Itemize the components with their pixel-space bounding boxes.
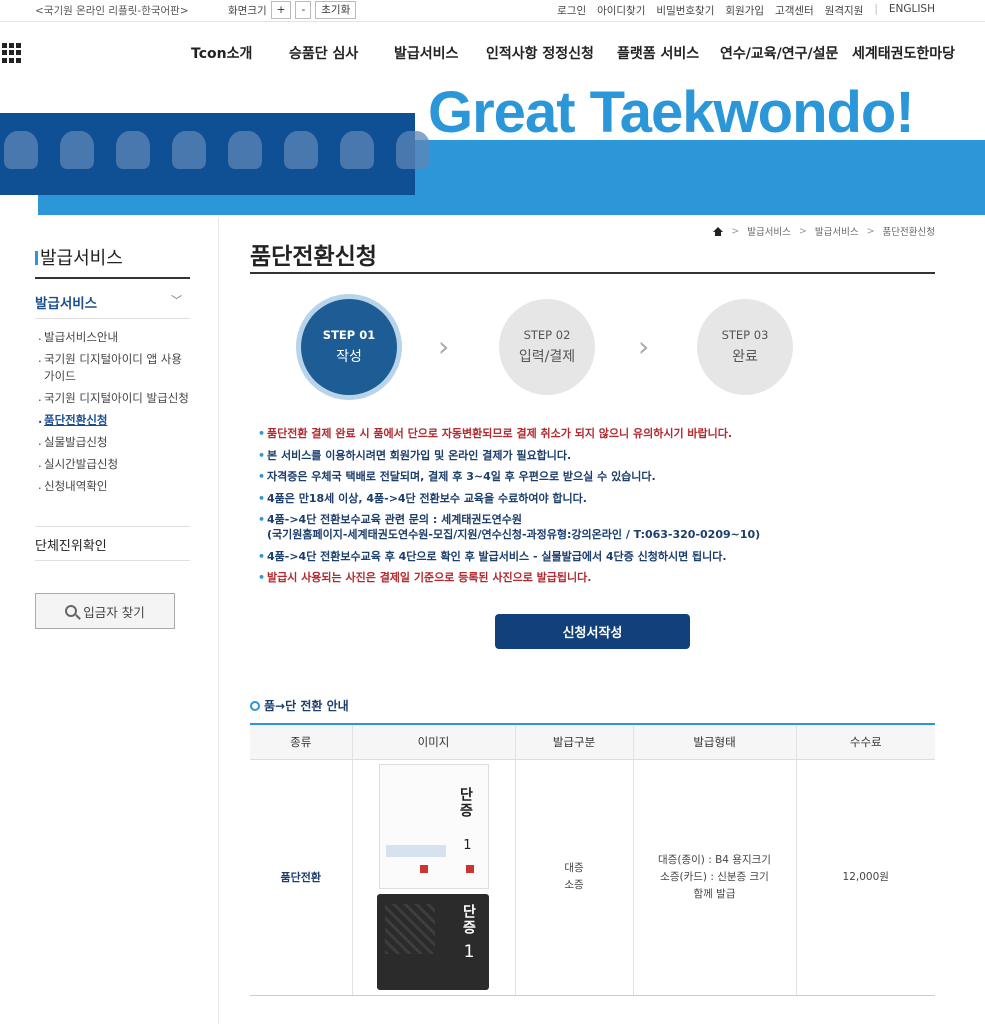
- chevron-down-icon: ﹀: [171, 294, 182, 307]
- side-group-verify[interactable]: 단체진위확인: [35, 526, 190, 554]
- nav-hanmadang[interactable]: 세계태권도한마당: [852, 43, 955, 63]
- table-cell-form: 대증(종이) : B4 용지크기 소증(카드) : 신분증 크기 함께 발급: [632, 759, 796, 996]
- paper-certificate: 단증 1: [378, 764, 489, 889]
- zoom-in-button[interactable]: +: [270, 1, 292, 19]
- customer-center-link[interactable]: 고객센터: [775, 3, 814, 18]
- table-header: 발급구분: [514, 723, 633, 760]
- nav-training[interactable]: 연수/교육/연구/설문: [720, 43, 838, 63]
- side-sublist: 발급서비스안내 국기원 디지털아이디 앱 사용 가이드 국기원 디지털아이디 발…: [35, 318, 190, 500]
- divider: |: [874, 3, 878, 15]
- nav-tcon[interactable]: Tcon소개: [191, 43, 252, 63]
- util-links: 로그인 아이디찾기 비밀번호찾기 회원가입 고객센터 원격지원 | ENGLIS…: [557, 3, 935, 18]
- table-header: 종류: [250, 723, 352, 760]
- taekwondo-figures-icon: [0, 131, 430, 169]
- hero-banner: Great Taekwondo!: [0, 83, 985, 218]
- side-item-conversion[interactable]: 품단전환신청: [35, 411, 190, 429]
- notice-item: 발급시 사용되는 사진은 결제일 기준으로 등록된 사진으로 발급됩니다.: [258, 570, 938, 585]
- notice-item: 4품->4단 전환보수교육 후 4단으로 확인 후 발급서비스 - 실물발급에서…: [258, 549, 938, 564]
- main-navigation: Tcon소개 승품단 심사 발급서비스 인적사항 정정신청 플랫폼 서비스 연수…: [0, 23, 985, 83]
- zoom-controls: 화면크기 + - 초기화: [228, 0, 357, 20]
- side-item-app-guide[interactable]: 국기원 디지털아이디 앱 사용 가이드: [35, 350, 190, 385]
- home-icon[interactable]: [713, 226, 724, 236]
- side-item-guide[interactable]: 발급서비스안내: [35, 328, 190, 346]
- login-link[interactable]: 로그인: [557, 3, 586, 18]
- side-menu: 발급서비스 발급서비스 ﹀ 발급서비스안내 국기원 디지털아이디 앱 사용 가이…: [0, 218, 219, 1024]
- page-title: 품단전환신청: [250, 244, 377, 270]
- notice-item: 품단전환 결제 완료 시 품에서 단으로 자동변환되므로 결제 취소가 되지 않…: [258, 426, 938, 441]
- apply-form-button[interactable]: 신청서작성: [495, 614, 690, 649]
- step-3: STEP 03 완료: [697, 299, 793, 395]
- zoom-out-button[interactable]: -: [295, 1, 312, 19]
- side-group-issuance[interactable]: 발급서비스 ﹀: [35, 292, 190, 312]
- chevron-right-icon: ›: [638, 330, 650, 363]
- remote-support-link[interactable]: 원격지원: [825, 3, 864, 18]
- banner-slogan: Great Taekwondo!: [428, 83, 915, 145]
- breadcrumb-current: 품단전환신청: [882, 227, 935, 238]
- nav-platform[interactable]: 플랫폼 서비스: [617, 43, 699, 63]
- side-item-realtime[interactable]: 실시간발급신청: [35, 455, 190, 473]
- notice-item: 본 서비스를 이용하시려면 회원가입 및 온라인 결제가 필요합니다.: [258, 448, 938, 463]
- table-header: 발급형태: [632, 723, 796, 760]
- table-cell-fee: 12,000원: [795, 759, 935, 996]
- find-depositor-button[interactable]: 입금자 찾기: [35, 593, 175, 629]
- search-icon: [65, 605, 78, 617]
- table-row: 품단전환 단증 1 단증 1 대증 소증 대증(종이): B4 용지크기 소증…: [250, 759, 935, 996]
- step-1: STEP 01 작성: [301, 299, 397, 395]
- breadcrumb-item[interactable]: 발급서비스: [815, 224, 859, 238]
- find-password-link[interactable]: 비밀번호찾기: [656, 3, 714, 18]
- zoom-reset-button[interactable]: 초기화: [315, 1, 357, 19]
- breadcrumb-item[interactable]: 발급서비스: [747, 224, 791, 238]
- signup-link[interactable]: 회원가입: [725, 3, 764, 18]
- all-menu-icon[interactable]: [2, 43, 22, 63]
- nav-promotion-test[interactable]: 승품단 심사: [289, 43, 358, 63]
- table-cell-kind: 품단전환: [250, 759, 352, 996]
- top-utility-bar: <국기원 온라인 리플릿-한국어판> 화면크기 + - 초기화 로그인 아이디찾…: [0, 0, 985, 22]
- chevron-right-icon: ›: [438, 330, 450, 363]
- notice-item: 4품은 만18세 이상, 4품->4단 전환보수 교육을 수료하여야 합니다.: [258, 491, 938, 506]
- side-title: 발급서비스: [35, 244, 123, 270]
- table-cell-image: 단증 1 단증 1: [351, 759, 515, 996]
- side-item-history[interactable]: 신청내역확인: [35, 477, 190, 495]
- find-id-link[interactable]: 아이디찾기: [597, 3, 645, 18]
- zoom-label: 화면크기: [228, 4, 267, 17]
- notice-item: 자격증은 우체국 택배로 전달되며, 결제 후 3~4일 후 우편으로 받으실 …: [258, 469, 938, 484]
- notice-list: 품단전환 결제 완료 시 품에서 단으로 자동변환되므로 결제 취소가 되지 않…: [258, 426, 938, 592]
- nav-info-correction[interactable]: 인적사항 정정신청: [486, 43, 594, 63]
- table-header: 이미지: [351, 723, 515, 760]
- leaflet-link[interactable]: <국기원 온라인 리플릿-한국어판>: [35, 3, 189, 18]
- table-header: 수수료: [795, 723, 935, 760]
- breadcrumb: > 발급서비스 > 발급서비스 > 품단전환신청: [713, 224, 935, 238]
- card-certificate: 단증 1: [376, 894, 489, 990]
- side-item-physical[interactable]: 실물발급신청: [35, 433, 190, 451]
- conversion-table: 종류 이미지 발급구분 발급형태 수수료 품단전환 단증 1 단증 1 대증 소…: [250, 723, 935, 996]
- circle-bullet-icon: [250, 700, 260, 711]
- step-2: STEP 02 입력/결제: [499, 299, 595, 395]
- notice-item: 4품->4단 전환보수교육 관련 문의 : 세계태권도연수원 (국기원홈페이지-…: [258, 512, 938, 542]
- section-title: 품→단 전환 안내: [250, 697, 349, 714]
- certificate-image: 단증 1 단증 1: [376, 764, 489, 990]
- table-cell-division: 대증 소증: [514, 759, 633, 996]
- nav-issuance[interactable]: 발급서비스: [394, 43, 458, 63]
- side-item-digital-id[interactable]: 국기원 디지털아이디 발급신청: [35, 389, 190, 407]
- english-link[interactable]: ENGLISH: [889, 3, 935, 18]
